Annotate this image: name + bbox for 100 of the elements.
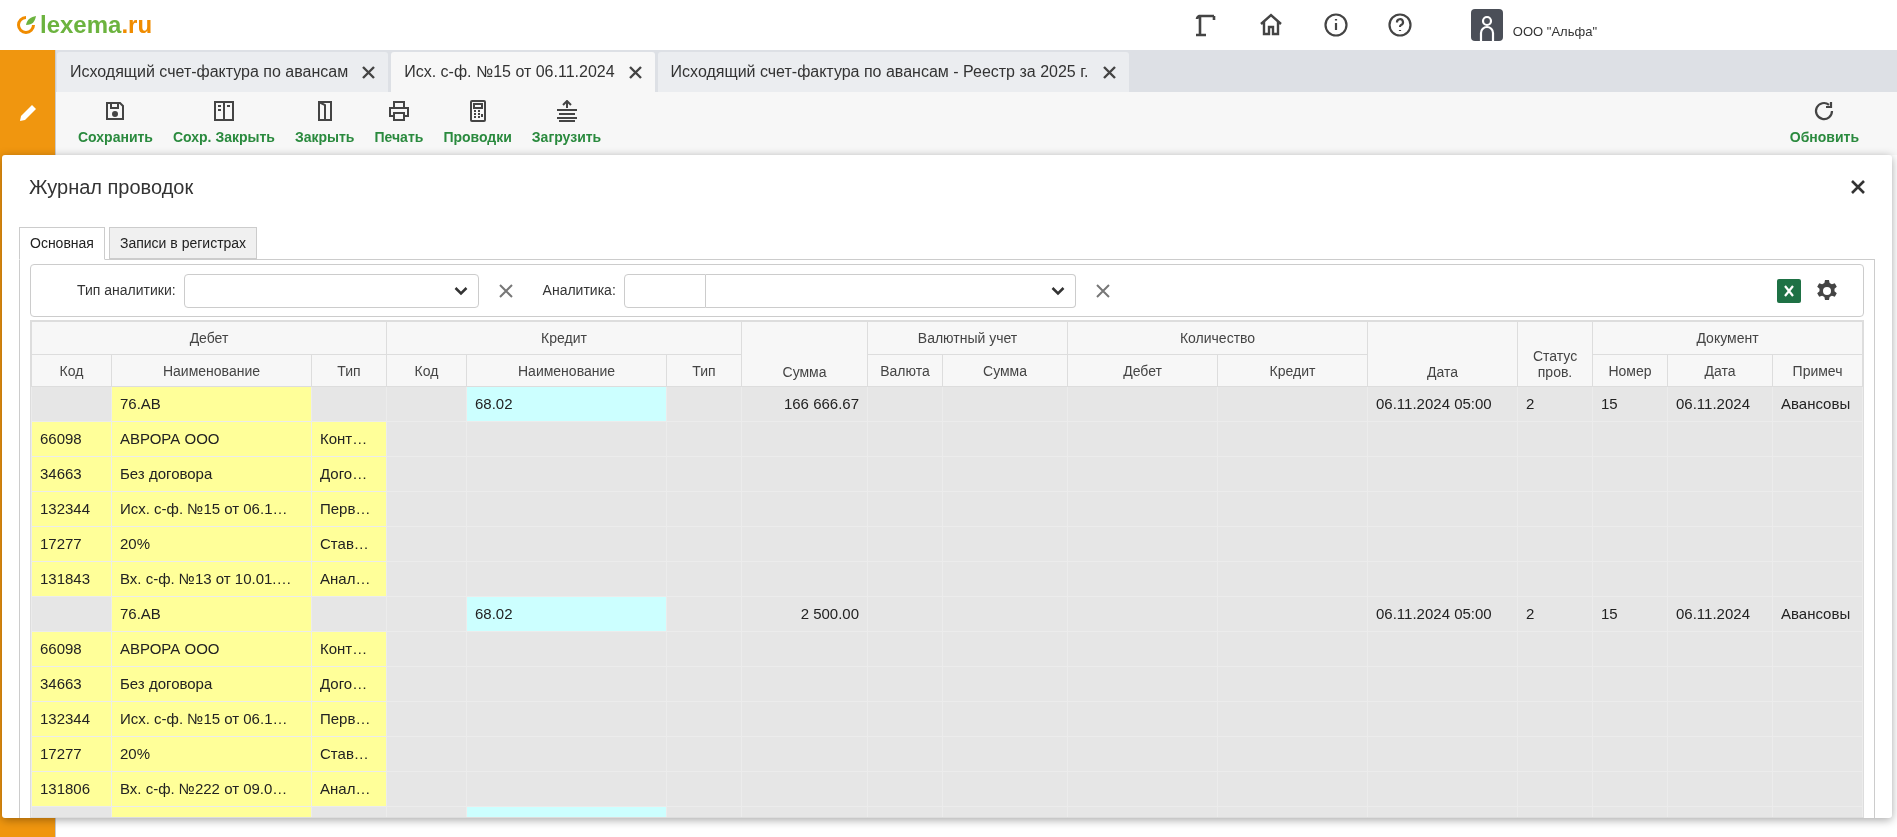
column-header: Документ — [1592, 321, 1863, 355]
table-cell: 17277 — [40, 744, 82, 762]
column-header: Наименование — [466, 354, 667, 387]
document-tab[interactable]: Исходящий счет-фактура по авансам — [57, 52, 389, 92]
excel-export-icon[interactable] — [1777, 278, 1801, 303]
column-header: Примеч — [1772, 354, 1863, 387]
table-cell: Исх. с-ф. №15 от 06.1… — [120, 709, 288, 727]
table-cell: 20% — [120, 534, 151, 552]
table-cell: 06.11.2024 — [1676, 394, 1750, 412]
column-header: Кредит — [386, 321, 742, 355]
settings-icon[interactable] — [1815, 278, 1839, 303]
table-cell: 68.02 — [475, 394, 513, 412]
chevron-down-icon — [1050, 285, 1065, 296]
column-header: Тип — [666, 354, 742, 387]
column-header: Дебет — [31, 321, 387, 355]
toolbar-button[interactable]: Проводки — [433, 99, 522, 148]
close-tab-icon[interactable] — [1102, 65, 1116, 79]
panel-icon — [212, 100, 235, 122]
column-header: Сумма — [942, 354, 1068, 387]
table-cell: Вх. с-ф. №13 от 10.01.… — [120, 569, 292, 587]
table-cell: 132344 — [40, 499, 91, 517]
table-cell: Конт… — [320, 429, 368, 447]
table-cell: 15 — [1601, 394, 1618, 412]
column-header: Валютный учет — [867, 321, 1068, 355]
analytic-code-field[interactable] — [623, 273, 706, 308]
upload-icon — [554, 100, 579, 122]
chevron-down-icon — [453, 285, 468, 296]
table-cell: Исх. с-ф. №15 от 06.1… — [120, 499, 288, 517]
table-cell: 166 666.67 — [783, 394, 859, 412]
column-header: Статус пров. — [1517, 321, 1593, 387]
table-cell: Без договора — [120, 464, 213, 482]
table-cell: Став… — [320, 534, 369, 552]
column-header: Дата — [1367, 321, 1518, 387]
column-header: Тип — [311, 354, 387, 387]
table-cell: Дого… — [320, 464, 368, 482]
document-tab[interactable]: Исх. с-ф. №15 от 06.11.2024 — [391, 52, 655, 92]
toolbar-button[interactable]: Сохранить — [68, 99, 163, 148]
table-cell: 132344 — [40, 709, 91, 727]
close-tab-icon[interactable] — [362, 65, 376, 79]
toolbar-button[interactable]: Печать — [364, 99, 434, 148]
column-header: Дебет — [1067, 354, 1218, 387]
table-cell: Конт… — [320, 639, 368, 657]
column-header: Дата — [1667, 354, 1773, 387]
close-icon[interactable] — [1851, 179, 1865, 194]
table-cell: 68.02 — [475, 604, 513, 622]
table-cell: 34663 — [40, 674, 82, 692]
column-header: Сумма — [741, 321, 868, 387]
column-header: Код — [31, 354, 112, 387]
table-cell: 66098 — [40, 429, 82, 447]
help-icon[interactable] — [1386, 12, 1413, 38]
table-cell: 131806 — [40, 779, 91, 797]
clear-icon[interactable] — [1095, 283, 1110, 298]
table-cell: Став… — [320, 744, 369, 762]
column-header: Валюта — [867, 354, 943, 387]
table-cell: Анал… — [320, 779, 371, 797]
table-cell: 76.АВ — [120, 604, 161, 622]
close-tab-icon[interactable] — [628, 65, 642, 79]
logo-text: lexema.ru — [40, 13, 153, 37]
table-cell: 06.11.2024 05:00 — [1376, 604, 1492, 622]
dialog-tab[interactable]: Основная — [19, 227, 105, 260]
company-name[interactable]: ООО "Альфа" — [1512, 21, 1597, 41]
column-header: Наименование — [111, 354, 312, 387]
toolbar-button[interactable]: Закрыть — [284, 99, 365, 148]
printer-icon — [387, 100, 410, 122]
toolbar-button[interactable]: Загрузить — [521, 99, 612, 148]
clear-icon[interactable] — [498, 283, 513, 298]
table-cell: 66098 — [40, 639, 82, 657]
table-cell: 20% — [120, 744, 151, 762]
column-header: Количество — [1067, 321, 1368, 355]
table-cell: 2 — [1526, 394, 1535, 412]
table-cell: 15 — [1601, 604, 1618, 622]
table-cell: Перв… — [320, 499, 371, 517]
dialog-title: Журнал проводок — [29, 174, 194, 200]
document-tab[interactable]: Исходящий счет-фактура по авансам - Реестр за 2025 г. — [657, 52, 1129, 92]
filter-label: Тип аналитики: — [77, 281, 176, 300]
table-cell: Без договора — [120, 674, 213, 692]
table-cell: Вх. с-ф. №222 от 09.0… — [120, 779, 288, 797]
table-cell: 2 500.00 — [800, 604, 859, 622]
table-cell: АВРОРА ООО — [120, 639, 220, 657]
table-cell: 06.11.2024 05:00 — [1376, 394, 1492, 412]
toolbar-button[interactable]: Сохр. Закрыть — [162, 99, 285, 148]
table-cell: Анал… — [320, 569, 371, 587]
user-avatar-icon[interactable] — [1470, 9, 1503, 41]
table-cell: 2 — [1526, 604, 1535, 622]
info-icon[interactable] — [1322, 12, 1349, 38]
refresh-button[interactable]: Обновить — [1783, 99, 1865, 148]
table-cell: Перв… — [320, 709, 371, 727]
table-cell: 76.АВ — [120, 394, 161, 412]
leaf-logo-icon — [14, 13, 38, 37]
table-cell: Дого… — [320, 674, 368, 692]
table-cell: Авансовы — [1781, 604, 1851, 622]
column-header: Код — [386, 354, 467, 387]
table-cell: 131843 — [40, 569, 91, 587]
table-cell: 34663 — [40, 464, 82, 482]
column-header: Номер — [1592, 354, 1668, 387]
table-cell: АВРОРА ООО — [120, 429, 220, 447]
dialog-tab[interactable]: Записи в регистрах — [108, 227, 258, 259]
table-cell: 17277 — [40, 534, 82, 552]
column-header: Кредит — [1217, 354, 1368, 387]
table-cell: 06.11.2024 — [1676, 604, 1750, 622]
